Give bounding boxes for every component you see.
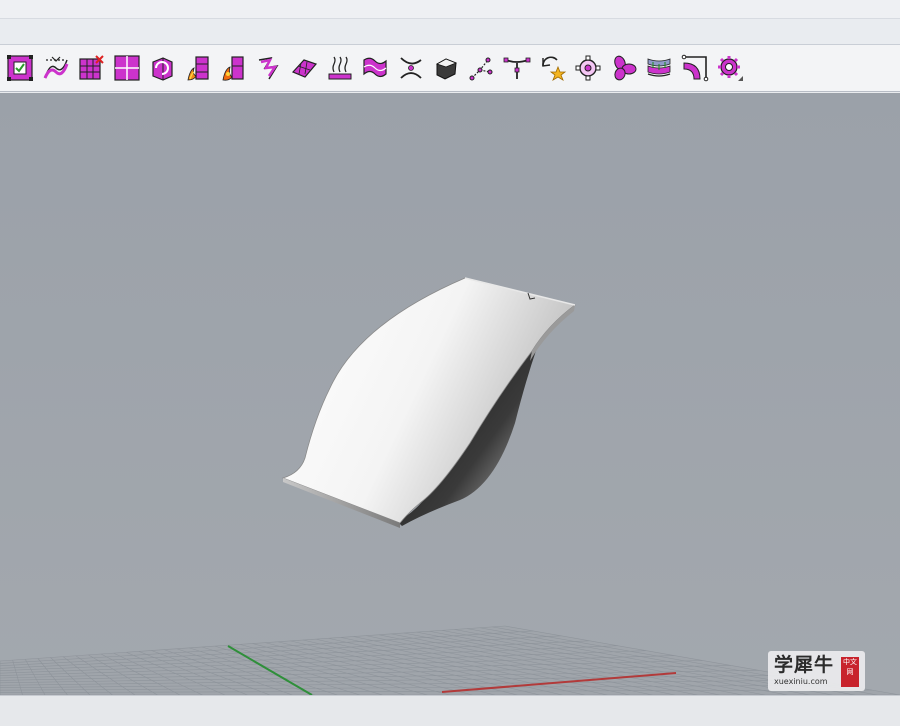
- solid-box-icon: [436, 58, 458, 80]
- status-bar: [0, 695, 900, 726]
- intersect-icon: [399, 57, 422, 79]
- fold-surface-icon: [258, 56, 279, 80]
- tool-split-surface[interactable]: [40, 52, 72, 84]
- petal-shape-icon: [613, 55, 636, 81]
- heat-surface-icon: [187, 56, 209, 81]
- tool-delete-surface-grid[interactable]: [75, 52, 107, 84]
- split-surface-icon: [43, 56, 68, 79]
- layered-surface-icon: [647, 58, 671, 77]
- tool-patch-surface[interactable]: [288, 52, 320, 84]
- tool-extrude-curves[interactable]: [324, 52, 356, 84]
- watermark-url: xuexiniu.com: [774, 677, 828, 686]
- tool-surface-grid[interactable]: [111, 52, 143, 84]
- watermark-seal: 中文网: [841, 657, 859, 687]
- tool-target-control[interactable]: [572, 52, 604, 84]
- tool-point-network[interactable]: [466, 52, 498, 84]
- watermark-title: 学犀牛: [774, 654, 835, 676]
- extrude-curves-icon: [328, 56, 351, 80]
- delete-surface-grid-icon: [79, 55, 104, 80]
- viewport-scene: [0, 93, 900, 695]
- wavy-surface-icon: [363, 57, 387, 78]
- tool-wavy-surface[interactable]: [359, 52, 391, 84]
- tool-layered-surface[interactable]: [643, 52, 675, 84]
- tool-bend-frame[interactable]: [679, 52, 711, 84]
- tool-heat-surface-alt[interactable]: [217, 52, 249, 84]
- tool-branch-curve[interactable]: [501, 52, 533, 84]
- gear-settings-icon: [718, 56, 743, 81]
- rhino-window: 学犀牛 xuexiniu.com 中文网: [0, 0, 900, 726]
- target-control-icon: [575, 55, 601, 81]
- branch-curve-icon: [503, 57, 531, 79]
- heat-surface-alt-icon: [222, 56, 244, 81]
- site-watermark: 学犀牛 xuexiniu.com 中文网: [768, 651, 865, 691]
- bend-frame-icon: [681, 54, 708, 82]
- surface-tools-toolbar: [0, 45, 900, 92]
- tool-heat-surface[interactable]: [182, 52, 214, 84]
- tool-refresh-star[interactable]: [537, 52, 569, 84]
- rebuild-surface-icon: [152, 57, 173, 81]
- surface-grid-icon: [113, 55, 140, 81]
- refresh-star-icon: [541, 56, 566, 81]
- perspective-viewport[interactable]: [0, 93, 900, 695]
- title-strip: [0, 0, 900, 19]
- surface-check-icon: [7, 55, 33, 81]
- tool-intersect[interactable]: [395, 52, 427, 84]
- tool-petal-shape[interactable]: [608, 52, 640, 84]
- tool-fold-surface[interactable]: [253, 52, 285, 84]
- tool-surface-check[interactable]: [4, 52, 36, 84]
- point-network-icon: [469, 57, 492, 81]
- patch-surface-icon: [291, 59, 318, 78]
- command-bar[interactable]: [0, 19, 900, 45]
- tool-solid-box[interactable]: [430, 52, 462, 84]
- tool-rebuild-surface[interactable]: [146, 52, 178, 84]
- tool-gear-settings[interactable]: [714, 52, 746, 84]
